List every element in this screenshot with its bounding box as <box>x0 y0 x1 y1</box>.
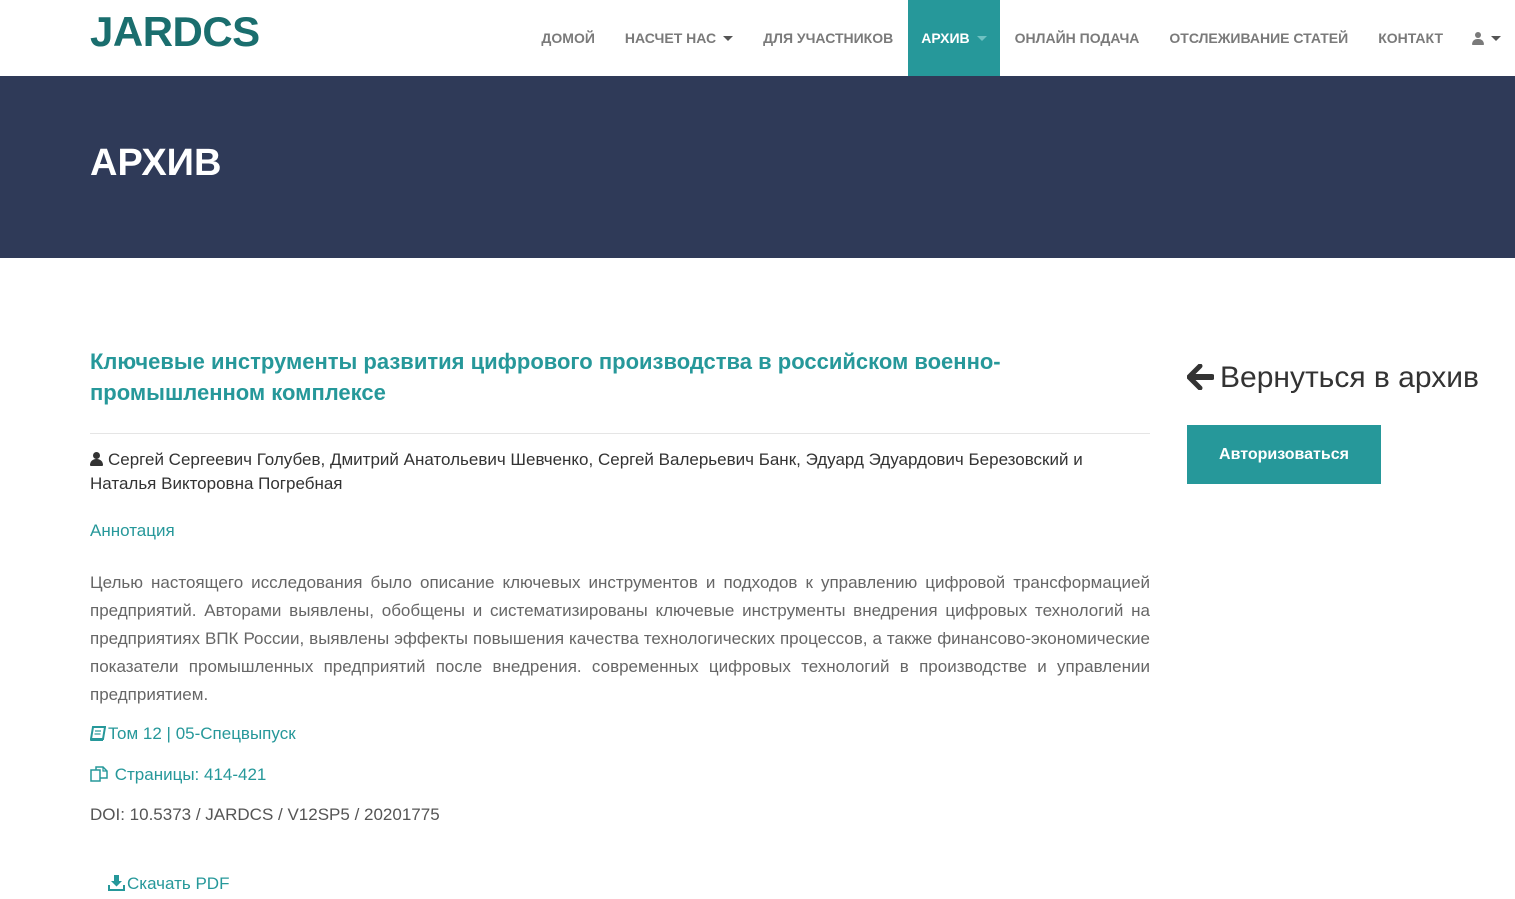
user-menu-button[interactable] <box>1458 0 1515 76</box>
article-abstract: Целью настоящего исследования было описа… <box>90 573 1150 704</box>
divider <box>90 433 1150 434</box>
download-pdf-link[interactable]: Скачать PDF <box>108 874 229 894</box>
article-doi: DOI: 10.5373 / JARDCS / V12SP5 / 2020177… <box>90 805 440 824</box>
login-button[interactable]: Авторизоваться <box>1187 425 1381 484</box>
caret-down-icon <box>723 35 734 41</box>
annotation-link[interactable]: Аннотация <box>90 521 175 541</box>
arrow-left-icon <box>1187 364 1214 390</box>
nav-item-article-tracking[interactable]: ОТСЛЕЖИВАНИЕ СТАТЕЙ <box>1154 0 1363 76</box>
volume-issue-link[interactable]: Том 12 | 05-Спецвыпуск <box>90 724 296 744</box>
copy-icon <box>90 766 108 782</box>
nav-item-participants[interactable]: ДЛЯ УЧАСТНИКОВ <box>748 0 908 76</box>
nav-item-label: АРХИВ <box>921 30 970 46</box>
pages-text: Страницы: 414-421 <box>114 765 267 784</box>
page-banner: АРХИВ <box>0 76 1515 258</box>
nav-item-label: НАСЧЕТ НАС <box>624 30 717 46</box>
page-title: АРХИВ <box>90 142 222 184</box>
volume-text: Том 12 | 05-Спецвыпуск <box>108 724 296 743</box>
caret-down-icon <box>1491 35 1501 41</box>
nav-item-label: КОНТАКТ <box>1378 30 1443 46</box>
site-logo[interactable]: JARDCS <box>90 8 260 56</box>
caret-down-icon <box>976 35 987 41</box>
back-to-archive-link[interactable]: Вернуться в архив <box>1187 361 1479 395</box>
nav-item-online-submission[interactable]: ОНЛАЙН ПОДАЧА <box>1000 0 1155 76</box>
article-authors: Сергей Сергеевич Голубев, Дмитрий Анатол… <box>90 448 1150 496</box>
nav-item-label: ДЛЯ УЧАСТНИКОВ <box>763 30 894 46</box>
download-icon <box>108 875 125 891</box>
nav-item-label: ОНЛАЙН ПОДАЧА <box>1014 30 1140 46</box>
authors-text: Сергей Сергеевич Голубев, Дмитрий Анатол… <box>90 450 1083 493</box>
nav-item-archive[interactable]: АРХИВ <box>908 0 1000 76</box>
nav-item-about[interactable]: НАСЧЕТ НАС <box>610 0 748 76</box>
book-icon <box>90 726 106 741</box>
nav-item-home[interactable]: ДОМОЙ <box>526 0 609 76</box>
user-icon <box>90 452 103 466</box>
back-link-text: Вернуться в архив <box>1220 361 1479 394</box>
user-icon <box>1472 31 1484 45</box>
nav-item-contact[interactable]: КОНТАКТ <box>1363 0 1458 76</box>
top-navbar: JARDCS ДОМОЙ НАСЧЕТ НАС ДЛЯ УЧАСТНИКОВ А… <box>0 0 1515 76</box>
article-pages: Страницы: 414-421 <box>90 765 266 785</box>
nav-item-label: ОТСЛЕЖИВАНИЕ СТАТЕЙ <box>1169 30 1349 46</box>
nav-item-label: ДОМОЙ <box>541 30 595 46</box>
download-text: Скачать PDF <box>127 874 230 893</box>
article-title: Ключевые инструменты развития цифрового … <box>90 349 1001 405</box>
main-nav: ДОМОЙ НАСЧЕТ НАС ДЛЯ УЧАСТНИКОВ АРХИВ ОН… <box>526 0 1515 76</box>
